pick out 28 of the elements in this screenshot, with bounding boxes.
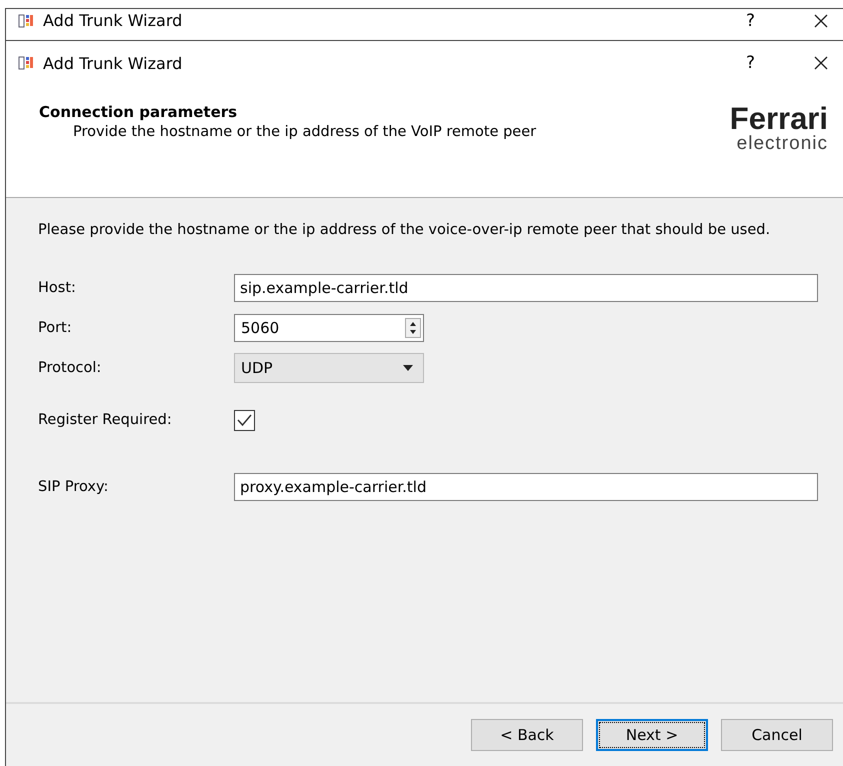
help-button[interactable]: ? bbox=[746, 10, 755, 30]
port-spinbox[interactable]: 5060 bbox=[234, 314, 424, 342]
instruction-text: Please provide the hostname or the ip address of the voice-over-ip remote peer that should be used. bbox=[38, 222, 772, 238]
wizard-button[interactable]: Next > bbox=[596, 719, 708, 751]
logo-subtitle: electronic bbox=[736, 134, 828, 153]
protocol-dropdown[interactable]: UDP bbox=[234, 353, 424, 383]
wizard-button[interactable]: < Back bbox=[471, 719, 583, 751]
text-field[interactable]: sip.example-carrier.tld bbox=[234, 274, 818, 302]
wizard-icon bbox=[18, 12, 34, 28]
window-title: Add Trunk Wizard bbox=[43, 11, 182, 30]
help-button[interactable]: ? bbox=[746, 53, 755, 73]
logo-name: Ferrari bbox=[730, 103, 828, 134]
close-icon[interactable] bbox=[814, 14, 828, 28]
wizard-icon bbox=[18, 55, 34, 71]
window-title: Add Trunk Wizard bbox=[43, 54, 182, 72]
checkbox[interactable] bbox=[234, 410, 255, 430]
spin-arrows-icon[interactable] bbox=[405, 318, 421, 338]
field-label: Register Required: bbox=[38, 412, 173, 428]
field-label: Host: bbox=[38, 280, 77, 296]
field-label: SIP Proxy: bbox=[38, 479, 110, 495]
field-label: Protocol: bbox=[38, 360, 102, 376]
page-subtitle: Provide the hostname or the ip address of the VoIP remote peer bbox=[72, 124, 536, 140]
wizard-button[interactable]: Cancel bbox=[721, 719, 833, 751]
close-icon[interactable] bbox=[814, 56, 828, 70]
text-field[interactable]: proxy.example-carrier.tld bbox=[234, 473, 818, 501]
page-title: Connection parameters bbox=[39, 103, 238, 121]
field-label: Port: bbox=[38, 320, 73, 336]
dropdown-arrow-icon bbox=[403, 365, 413, 371]
